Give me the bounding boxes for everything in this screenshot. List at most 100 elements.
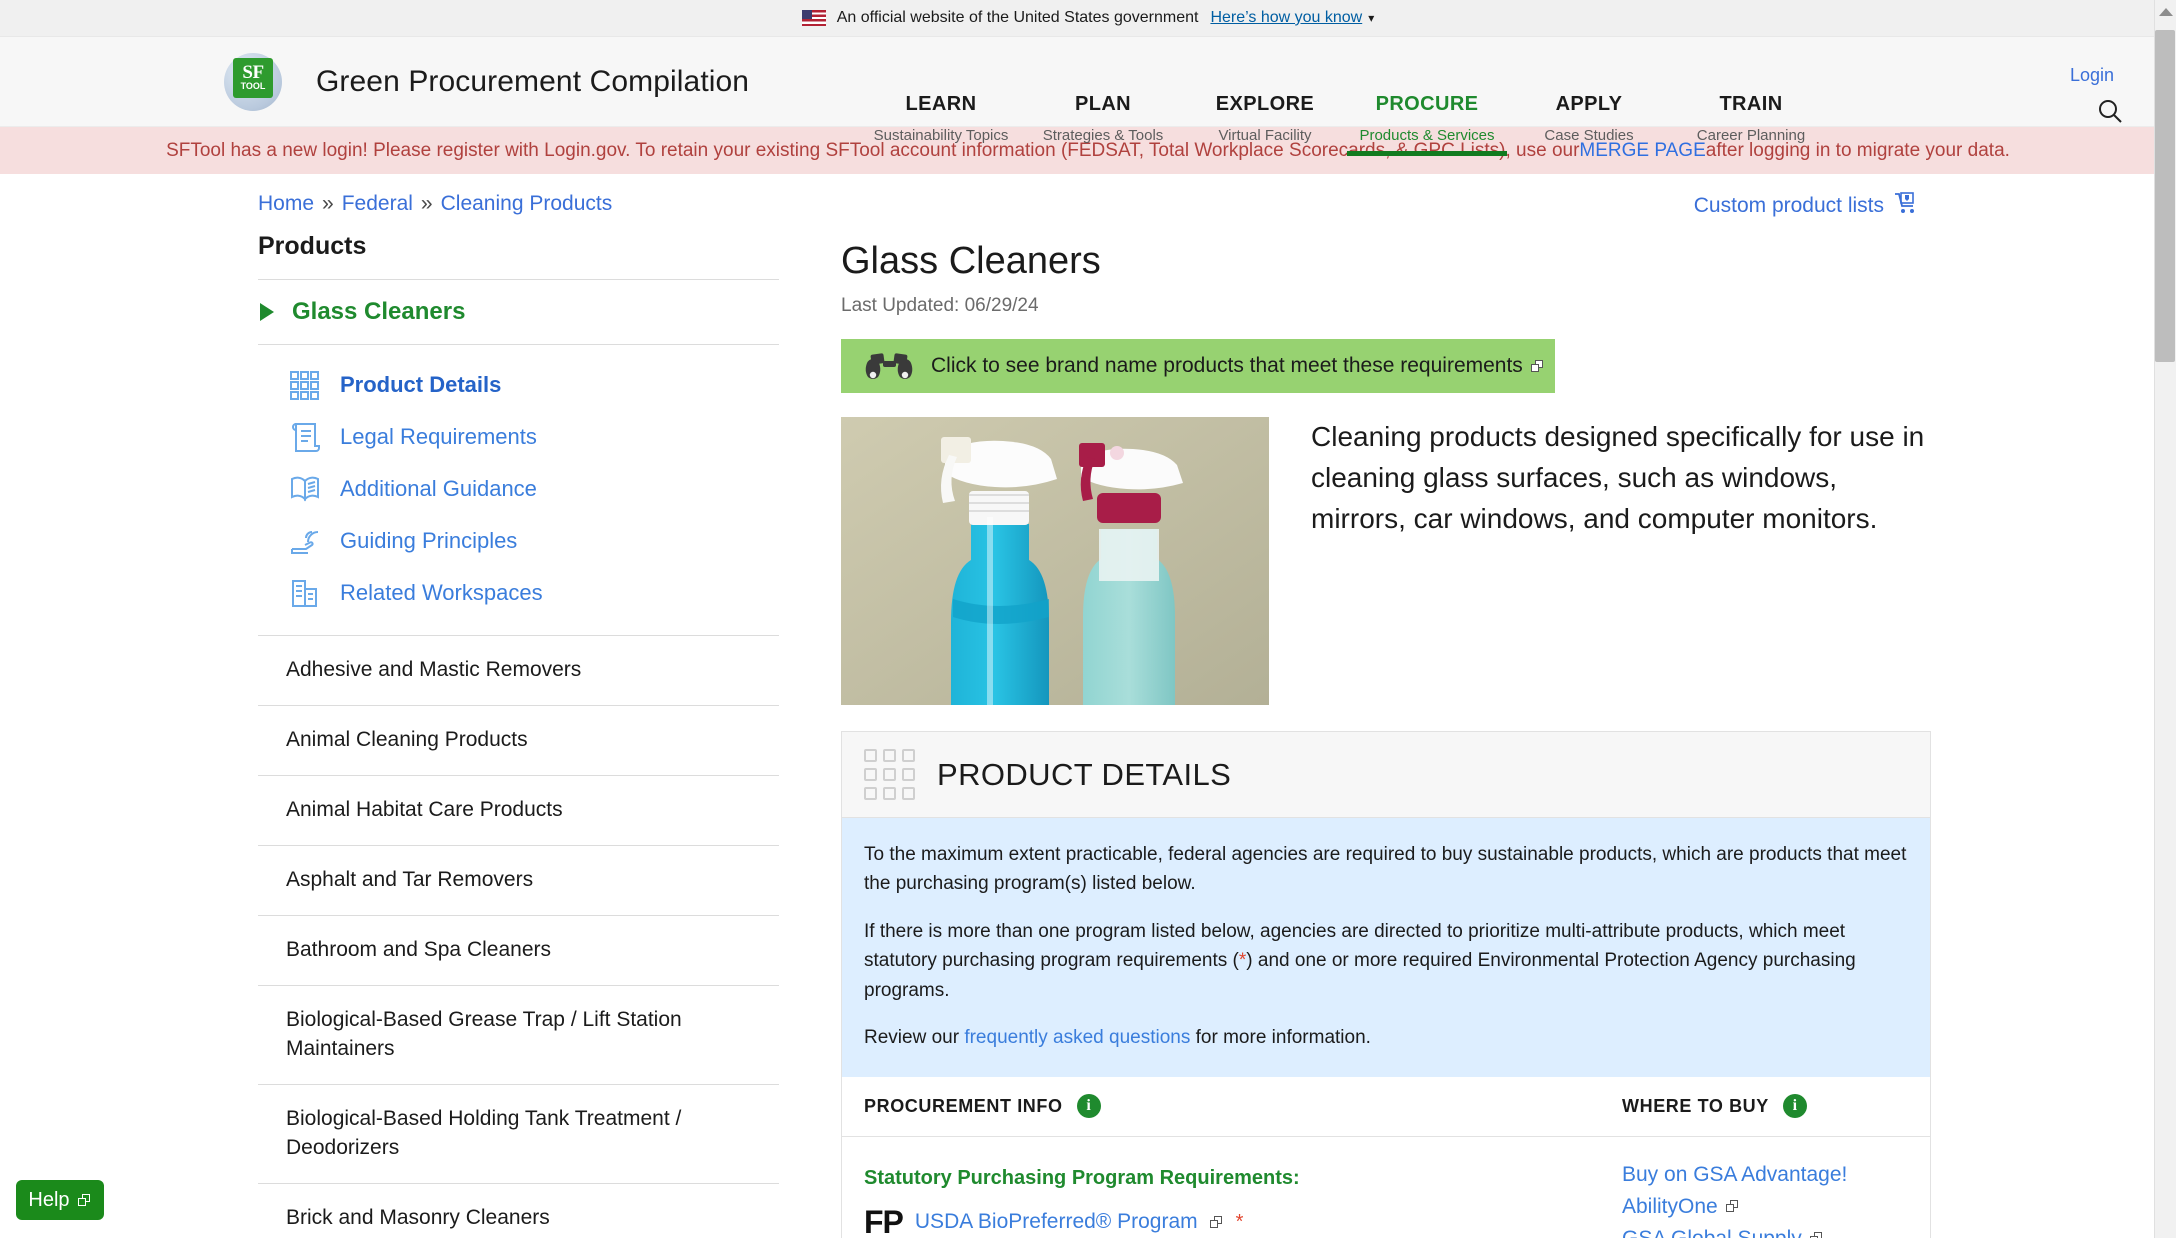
brand-banner-label: Click to see brand name products that me… bbox=[931, 354, 1523, 377]
breadcrumb-item-home[interactable]: Home bbox=[258, 192, 314, 215]
procurement-info-label: PROCUREMENT INFO bbox=[864, 1095, 1063, 1116]
nav-sub-label: Case Studies bbox=[1544, 127, 1634, 144]
nav-sub-label: Career Planning bbox=[1696, 127, 1806, 144]
buy-on-gsa-advantage-link[interactable]: Buy on GSA Advantage! bbox=[1622, 1163, 1930, 1187]
breadcrumb-row: Home » Federal » Cleaning Products Custom pr… bbox=[0, 174, 2176, 232]
main-nav: LEARN Sustainability Topics PLAN Strateg… bbox=[860, 93, 1832, 156]
list-item[interactable]: Biological-Based Holding Tank Treatment … bbox=[258, 1085, 779, 1184]
list-item[interactable]: Biological-Based Grease Trap / Lift Stat… bbox=[258, 986, 779, 1085]
nav-main-label: APPLY bbox=[1555, 93, 1623, 115]
gsa-global-supply-link[interactable]: GSA Global Supply bbox=[1622, 1227, 1930, 1238]
brand-name-products-button[interactable]: Click to see brand name products that me… bbox=[841, 339, 1555, 393]
sidebar-item-label: Legal Requirements bbox=[340, 424, 537, 449]
note-paragraph-1: To the maximum extent practicable, feder… bbox=[864, 844, 1907, 895]
sidebar-item-label: Guiding Principles bbox=[340, 528, 518, 553]
fp-logo: FP bbox=[864, 1203, 904, 1238]
grid-dots-icon bbox=[286, 368, 324, 402]
list-item[interactable]: Bathroom and Spa Cleaners bbox=[258, 916, 779, 986]
nav-item-procure[interactable]: PROCURE Products & Services bbox=[1346, 93, 1508, 156]
sidebar-item-guiding-principles[interactable]: Guiding Principles bbox=[258, 515, 779, 567]
sidebar-category-label: Glass Cleaners bbox=[292, 298, 466, 325]
nav-main-label: TRAIN bbox=[1719, 93, 1783, 115]
nav-sub-label: Virtual Facility bbox=[1218, 127, 1312, 144]
list-item[interactable]: Animal Cleaning Products bbox=[258, 706, 779, 776]
site-title: Green Procurement Compilation bbox=[316, 64, 750, 98]
product-description: Cleaning products designed specifically … bbox=[1311, 421, 1925, 534]
scrollbar[interactable] bbox=[2154, 0, 2176, 1238]
wtb-label: AbilityOne bbox=[1622, 1194, 1718, 1218]
last-updated: Last Updated: 06/29/24 bbox=[841, 295, 1039, 316]
sidebar-title: Products bbox=[258, 232, 779, 280]
external-link-icon bbox=[1809, 1232, 1824, 1238]
help-label: Help bbox=[28, 1188, 70, 1211]
scroll-up-arrow-icon[interactable] bbox=[2159, 8, 2173, 16]
help-button[interactable]: Help bbox=[16, 1180, 104, 1220]
breadcrumb-item-cleaning-products[interactable]: Cleaning Products bbox=[441, 192, 613, 215]
statutory-heading: Statutory Purchasing Program Requirement… bbox=[864, 1166, 1300, 1189]
scrollbar-thumb[interactable] bbox=[2155, 30, 2175, 362]
nav-item-apply[interactable]: APPLY Case Studies bbox=[1508, 93, 1670, 144]
chevron-down-icon[interactable]: ▾ bbox=[1368, 11, 1374, 25]
grid-dots-icon bbox=[864, 749, 915, 800]
list-item[interactable]: Adhesive and Mastic Removers bbox=[258, 636, 779, 706]
logo-tool-text: TOOL bbox=[240, 81, 266, 91]
custom-product-lists-link[interactable]: Custom product lists bbox=[1694, 192, 1918, 220]
gov-banner-text: An official website of the United States… bbox=[836, 9, 1199, 26]
search-icon[interactable] bbox=[2096, 97, 2124, 125]
sidebar-item-product-details[interactable]: Product Details bbox=[258, 359, 779, 411]
intro-section: Cleaning products designed specifically … bbox=[841, 417, 2126, 705]
scroll-icon bbox=[286, 420, 324, 454]
procurement-info-content: Statutory Purchasing Program Requirement… bbox=[842, 1163, 1622, 1238]
logo-square: SF TOOL bbox=[233, 57, 273, 98]
content-area: Products Glass Cleaners Product Details … bbox=[0, 232, 2176, 1238]
wtb-label: Buy on GSA Advantage! bbox=[1622, 1162, 1848, 1186]
abilityone-link[interactable]: AbilityOne bbox=[1622, 1195, 1930, 1219]
page-root: An official website of the United States… bbox=[0, 0, 2176, 1238]
product-image bbox=[841, 417, 1269, 705]
card-note: To the maximum extent practicable, feder… bbox=[842, 818, 1930, 1077]
card-header: PRODUCT DETAILS bbox=[842, 732, 1930, 818]
login-link[interactable]: Login bbox=[2070, 65, 2114, 86]
external-link-icon bbox=[77, 1193, 92, 1207]
note-p3-a: Review our bbox=[864, 1027, 965, 1049]
breadcrumb-item-federal[interactable]: Federal bbox=[342, 192, 413, 215]
main-column: Glass Cleaners Last Updated: 06/29/24 Cl… bbox=[841, 232, 2126, 1238]
nav-item-plan[interactable]: PLAN Strategies & Tools bbox=[1022, 93, 1184, 144]
external-link-icon bbox=[1209, 1215, 1224, 1229]
usda-biopreferred-link[interactable]: USDA BioPreferred® Program bbox=[915, 1210, 1198, 1234]
where-to-buy-header: WHERE TO BUY i bbox=[1622, 1094, 1930, 1119]
hand-signal-icon bbox=[286, 524, 324, 558]
shopping-cart-icon bbox=[1894, 192, 1918, 220]
sidebar-item-additional-guidance[interactable]: Additional Guidance bbox=[258, 463, 779, 515]
card-columns-header: PROCUREMENT INFO i WHERE TO BUY i bbox=[842, 1077, 1930, 1137]
asterisk-marker: * bbox=[1235, 1210, 1244, 1233]
custom-product-lists-label: Custom product lists bbox=[1693, 194, 1884, 217]
note-p3-b: for more information. bbox=[1190, 1027, 1371, 1049]
breadcrumb: Home » Federal » Cleaning Products bbox=[258, 192, 612, 216]
list-item[interactable]: Animal Habitat Care Products bbox=[258, 776, 779, 846]
list-item[interactable]: Asphalt and Tar Removers bbox=[258, 846, 779, 916]
sidebar-subnav: Product Details Legal Requirements Addit… bbox=[258, 345, 779, 636]
nav-item-learn[interactable]: LEARN Sustainability Topics bbox=[860, 93, 1022, 144]
info-icon[interactable]: i bbox=[1782, 1094, 1807, 1119]
product-details-card: PRODUCT DETAILS To the maximum extent pr… bbox=[841, 731, 1931, 1238]
binoculars-icon bbox=[863, 351, 915, 381]
building-icon bbox=[286, 576, 324, 610]
how-you-know-link[interactable]: Here’s how you know bbox=[1210, 9, 1362, 27]
site-header: SF TOOL Green Procurement Compilation LE… bbox=[0, 37, 2176, 156]
sidebar-current-category[interactable]: Glass Cleaners bbox=[258, 280, 779, 345]
sidebar-item-legal-requirements[interactable]: Legal Requirements bbox=[258, 411, 779, 463]
sftool-logo[interactable]: SF TOOL bbox=[224, 51, 286, 113]
info-icon[interactable]: i bbox=[1076, 1094, 1101, 1119]
nav-item-train[interactable]: TRAIN Career Planning bbox=[1670, 93, 1832, 144]
faq-link[interactable]: frequently asked questions bbox=[964, 1027, 1190, 1048]
where-to-buy-label: WHERE TO BUY bbox=[1622, 1095, 1769, 1116]
program-row: FP USDA BioPreferred® Program * bbox=[864, 1204, 1622, 1238]
card-columns-body: Statutory Purchasing Program Requirement… bbox=[842, 1137, 1930, 1238]
list-item[interactable]: Brick and Masonry Cleaners bbox=[258, 1184, 779, 1238]
wtb-label: GSA Global Supply bbox=[1622, 1227, 1802, 1238]
where-to-buy-content: Buy on GSA Advantage! AbilityOne GSA Glo… bbox=[1622, 1163, 1930, 1238]
sidebar-item-related-workspaces[interactable]: Related Workspaces bbox=[258, 567, 779, 619]
nav-item-explore[interactable]: EXPLORE Virtual Facility bbox=[1184, 93, 1346, 144]
nav-active-underline bbox=[1347, 151, 1507, 156]
